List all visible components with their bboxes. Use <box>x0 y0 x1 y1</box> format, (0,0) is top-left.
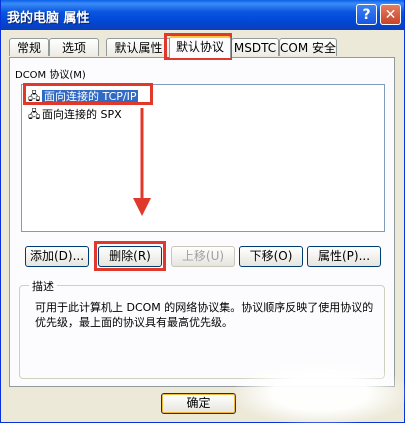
tab-general[interactable]: 常规 <box>9 38 49 56</box>
add-button[interactable]: 添加(D)... <box>25 246 89 267</box>
annotation-arrow <box>133 108 151 216</box>
properties-window: 我的电脑 属性 ? ✕ 常规 选项 默认属性 默认协议 MSDTC COM 安全… <box>0 0 405 423</box>
tab-com-security[interactable]: COM 安全 <box>279 38 337 56</box>
protocol-label: 面向连接的 SPX <box>42 108 122 121</box>
move-down-button[interactable]: 下移(O) <box>239 246 303 267</box>
description-legend: 描述 <box>29 278 57 294</box>
network-icon: 🖧 <box>28 108 41 121</box>
properties-button[interactable]: 属性(P)... <box>307 246 381 267</box>
window-title: 我的电脑 属性 <box>7 11 90 26</box>
title-bar[interactable]: 我的电脑 属性 ? ✕ <box>1 0 404 30</box>
protocol-list[interactable]: 🖧 面向连接的 TCP/IP 🖧 面向连接的 SPX <box>21 84 385 232</box>
watermark <box>235 362 405 424</box>
tab-options[interactable]: 选项 <box>49 38 99 56</box>
help-button[interactable]: ? <box>356 4 377 25</box>
close-button[interactable]: ✕ <box>380 4 401 25</box>
ok-button[interactable]: 确定 <box>161 393 236 414</box>
help-icon: ? <box>362 6 371 23</box>
move-up-button[interactable]: 上移(U) <box>171 246 235 267</box>
arrow-head <box>133 198 151 216</box>
tab-default-properties[interactable]: 默认属性 <box>106 38 171 56</box>
list-item[interactable]: 🖧 面向连接的 SPX <box>28 106 122 124</box>
tab-msdtc[interactable]: MSDTC <box>231 38 279 56</box>
close-icon: ✕ <box>384 6 397 23</box>
dcom-protocols-label: DCOM 协议(M) <box>15 70 86 81</box>
annotation-box-remove <box>94 241 166 271</box>
tab-default-protocols[interactable]: 默认协议 <box>169 36 231 58</box>
description-text: 可用于此计算机上 DCOM 的网络协议集。协议顺序反映了使用协议的优先级，最上面… <box>35 301 374 329</box>
